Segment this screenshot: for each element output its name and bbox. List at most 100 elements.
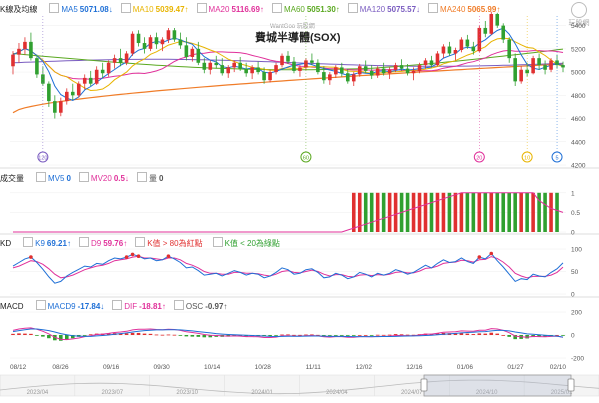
macd-osc-bar: [196, 335, 201, 337]
volume-bar: [465, 192, 470, 232]
candle-body: [441, 46, 446, 54]
candle-body: [519, 69, 523, 82]
date-tick-label: 01/27: [507, 364, 524, 371]
macd-osc-bar: [130, 332, 135, 335]
candle-body: [322, 72, 326, 81]
macd-tick-label: -200: [571, 356, 584, 363]
candle-body: [190, 48, 195, 57]
candle-body: [489, 14, 494, 34]
macd-osc-bar: [178, 335, 183, 336]
candle-body: [47, 83, 51, 102]
macd-osc-bar: [328, 335, 332, 336]
kd-overbought-dot: [29, 255, 33, 259]
macd-osc-bar: [334, 335, 338, 336]
candle-body: [59, 101, 63, 113]
candle-body: [411, 70, 416, 74]
kd-overbought-dot: [477, 255, 482, 259]
macd-osc-bar: [124, 333, 129, 335]
candle-body: [345, 73, 350, 82]
macd-osc-bar: [82, 335, 87, 336]
ma-marker-label: 10: [524, 155, 530, 161]
candle-body: [561, 65, 565, 68]
candle-body: [334, 67, 338, 75]
macd-osc-bar: [471, 334, 476, 335]
macd-osc-bar: [190, 335, 195, 337]
candle-body: [23, 41, 27, 49]
candle-body: [53, 101, 57, 113]
macd-osc-bar: [136, 332, 141, 335]
candle-body: [310, 60, 314, 63]
candle-body: [76, 83, 81, 96]
macd-osc-bar: [142, 333, 147, 335]
candle-body: [100, 69, 105, 74]
macd-osc-bar: [351, 335, 356, 336]
candle-body: [369, 70, 374, 76]
candle-body: [417, 65, 422, 71]
candle-body: [429, 60, 434, 66]
volume-bar: [375, 192, 380, 232]
volume-bar: [423, 192, 428, 232]
macd-osc-bar: [561, 335, 565, 336]
volume-bar: [483, 192, 488, 232]
kd-tick-label: 100: [571, 247, 582, 254]
macd-osc-bar: [381, 334, 386, 336]
candle-body: [148, 37, 153, 49]
volume-bar: [369, 192, 374, 232]
macd-osc-bar: [399, 334, 404, 336]
macd-osc-bar: [35, 335, 39, 336]
volume-bar: [555, 192, 559, 232]
macd-osc-bar: [369, 335, 374, 336]
macd-osc-bar: [280, 334, 284, 336]
navigator-right-handle[interactable]: [567, 378, 575, 392]
navigator-tick-label: 2023/10: [176, 390, 198, 396]
navigator-window[interactable]: [423, 374, 572, 397]
macd-osc-bar: [166, 334, 171, 336]
kd-overbought-dot: [166, 254, 171, 258]
stock-chart: 4200440046004800500052005400120 60 20 10 500…: [0, 11, 599, 397]
macd-osc-bar: [387, 334, 392, 336]
macd-osc-bar: [154, 334, 159, 336]
volume-bar: [453, 192, 458, 232]
candle-body: [274, 65, 278, 73]
candle-body: [178, 39, 183, 46]
candle-body: [399, 65, 404, 69]
date-tick-label: 08/26: [52, 364, 69, 371]
volume-bar: [387, 192, 392, 232]
candle-body: [166, 30, 171, 40]
macd-tick-label: 0: [571, 333, 575, 340]
macd-osc-bar: [41, 335, 45, 337]
navigator-left-handle[interactable]: [420, 378, 428, 392]
candle-body: [453, 50, 458, 54]
macd-osc-bar: [495, 333, 500, 335]
candle-body: [214, 62, 219, 66]
macd-tick-label: 200: [571, 310, 582, 317]
candle-body: [118, 58, 123, 63]
candle-body: [543, 65, 547, 70]
kd-overbought-dot: [124, 255, 129, 259]
candle-body: [363, 66, 368, 71]
volume-tick-label: 1: [571, 190, 575, 197]
candle-body: [531, 58, 535, 74]
volume-tick-label: 0: [571, 230, 575, 237]
price-tick-label: 5200: [571, 46, 586, 53]
candle-body: [184, 45, 189, 57]
candle-body: [88, 77, 93, 84]
date-tick-label: 02/10: [550, 364, 567, 371]
candle-body: [220, 65, 225, 74]
macd-osc-bar: [483, 333, 488, 335]
volume-bar: [393, 192, 398, 232]
navigator-tick-label: 2023/04: [27, 390, 49, 396]
candle-body: [70, 91, 75, 96]
kd-tick-label: 0: [571, 292, 575, 299]
macd-osc-bar: [160, 334, 165, 336]
candle-body: [11, 54, 15, 67]
candle-body: [29, 41, 33, 59]
candle-body: [208, 62, 213, 70]
candle-body: [340, 67, 344, 74]
candle-body: [495, 14, 500, 26]
candle-body: [387, 69, 392, 74]
ma-marker-label: 20: [476, 155, 482, 161]
candle-body: [292, 61, 296, 71]
kd-overbought-dot: [136, 254, 141, 258]
volume-bar: [519, 192, 523, 232]
